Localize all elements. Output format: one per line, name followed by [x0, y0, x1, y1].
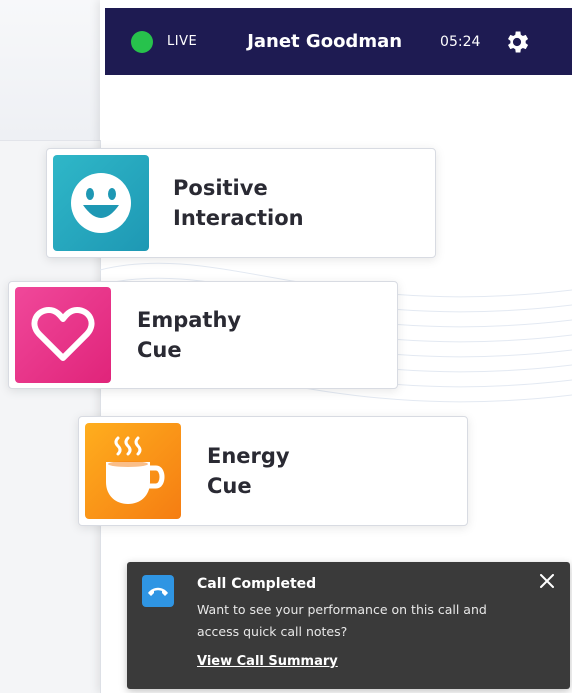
cue-card-empathy: Empathy Cue — [8, 281, 398, 389]
cue-card-energy: Energy Cue — [78, 416, 468, 526]
live-label: LIVE — [167, 34, 198, 49]
call-timer: 05:24 — [440, 33, 481, 50]
call-completed-notification: Call Completed Want to see your performa… — [127, 562, 570, 689]
live-status-dot — [131, 30, 153, 53]
background-panel — [0, 0, 110, 141]
hang-up-phone-icon — [142, 575, 174, 607]
close-icon[interactable] — [538, 572, 556, 590]
notification-title: Call Completed — [197, 576, 317, 592]
cue-label: Empathy Cue — [137, 308, 242, 362]
app-canvas: LIVE Janet Goodman 05:24 Positive Intera… — [0, 0, 572, 693]
gear-icon[interactable] — [502, 27, 532, 57]
view-call-summary-link[interactable]: View Call Summary — [197, 654, 338, 669]
hot-coffee-cup-icon — [85, 423, 181, 519]
call-status-bar: LIVE Janet Goodman 05:24 — [105, 8, 572, 75]
cue-label: Energy Cue — [207, 444, 290, 498]
cue-card-positive-interaction: Positive Interaction — [46, 148, 436, 258]
notification-body: Want to see your performance on this cal… — [197, 602, 487, 639]
agent-name: Janet Goodman — [247, 31, 403, 52]
smiley-face-icon — [53, 155, 149, 251]
cue-label: Positive Interaction — [173, 176, 304, 230]
heart-icon — [15, 287, 111, 383]
